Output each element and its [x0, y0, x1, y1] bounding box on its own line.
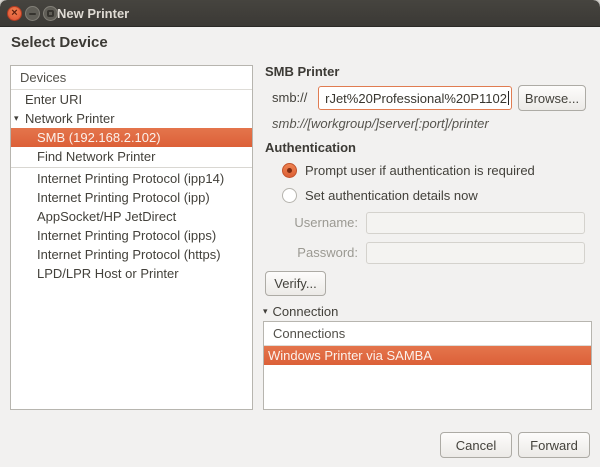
verify-button[interactable]: Verify... [265, 271, 326, 296]
password-input [366, 242, 585, 264]
device-list-item-label: Enter URI [25, 92, 82, 107]
username-input [366, 212, 585, 234]
device-list-item[interactable]: ▾ Network Printer [11, 109, 252, 128]
device-list-item-label: Network Printer [25, 111, 115, 126]
devices-panel: Devices Enter URI ▾ Network Printer SMB (19… [10, 65, 253, 410]
device-list-item-label: Internet Printing Protocol (ipp) [37, 190, 210, 205]
device-list-item-label: Internet Printing Protocol (https) [37, 247, 221, 262]
auth-radio-option[interactable]: Set authentication details now [282, 186, 582, 204]
smb-scheme-label: smb:// [272, 85, 307, 111]
connections-column-header: Connections [264, 322, 591, 346]
device-list-item-label: LPD/LPR Host or Printer [37, 266, 179, 281]
device-list-item[interactable]: AppSocket/HP JetDirect [11, 207, 252, 226]
expander-triangle-icon[interactable]: ▾ [14, 109, 19, 128]
browse-button[interactable]: Browse... [518, 85, 586, 111]
password-label: Password: [292, 242, 358, 264]
smb-address-value: rJet%20Professional%20P1102 [325, 91, 507, 106]
connection-expander[interactable]: ▾ Connection [263, 303, 338, 319]
connection-list-item[interactable]: Windows Printer via SAMBA [264, 346, 591, 365]
close-button[interactable]: × [7, 6, 22, 21]
window-title: New Printer [57, 0, 129, 27]
close-icon: × [11, 8, 17, 19]
cancel-button[interactable]: Cancel [440, 432, 512, 458]
titlebar[interactable]: × New Printer [0, 0, 600, 27]
chevron-down-icon: ▾ [263, 306, 268, 317]
device-list-item[interactable]: SMB (192.168.2.102) [11, 128, 252, 147]
list-separator [11, 167, 252, 168]
maximize-icon [47, 10, 54, 17]
connection-expander-label: Connection [273, 304, 339, 319]
device-list-item[interactable]: Internet Printing Protocol (ipp14) [11, 169, 252, 188]
device-list-item[interactable]: Find Network Printer [11, 147, 252, 166]
connections-list: Windows Printer via SAMBA [264, 346, 591, 365]
device-list-item[interactable]: LPD/LPR Host or Printer [11, 264, 252, 283]
auth-radio-option[interactable]: Prompt user if authentication is require… [282, 161, 582, 179]
device-list-item-label: Find Network Printer [37, 149, 155, 164]
page-title: Select Device [11, 34, 108, 51]
username-label: Username: [292, 212, 358, 234]
radio-unselected-icon[interactable] [282, 188, 297, 203]
smb-uri-hint: smb://[workgroup/]server[:port]/printer [272, 116, 489, 131]
devices-column-header: Devices [11, 66, 252, 90]
device-list: Enter URI ▾ Network Printer SMB (192.168.2.… [11, 90, 252, 283]
auth-options-group: Prompt user if authentication is require… [282, 161, 582, 211]
new-printer-dialog: × New Printer Select Device Devices Ente… [0, 0, 600, 467]
device-list-item[interactable]: Enter URI [11, 90, 252, 109]
forward-button[interactable]: Forward [518, 432, 590, 458]
text-caret [508, 91, 509, 105]
device-list-item[interactable]: Internet Printing Protocol (ipp) [11, 188, 252, 207]
auth-radio-label: Prompt user if authentication is require… [305, 163, 535, 178]
connections-panel: Connections Windows Printer via SAMBA [263, 321, 592, 410]
device-list-item-label: Internet Printing Protocol (ipps) [37, 228, 216, 243]
radio-selected-icon[interactable] [282, 163, 297, 178]
auth-radio-label: Set authentication details now [305, 188, 478, 203]
device-list-item[interactable]: Internet Printing Protocol (ipps) [11, 226, 252, 245]
device-list-item-label: AppSocket/HP JetDirect [37, 209, 176, 224]
minimize-button[interactable] [25, 6, 40, 21]
authentication-heading: Authentication [265, 140, 356, 155]
device-list-item[interactable]: Internet Printing Protocol (https) [11, 245, 252, 264]
smb-printer-heading: SMB Printer [265, 64, 339, 79]
minimize-icon [29, 13, 36, 15]
smb-address-input[interactable]: rJet%20Professional%20P1102 [318, 86, 512, 110]
device-list-item-label: SMB (192.168.2.102) [37, 130, 161, 145]
maximize-button[interactable] [43, 6, 58, 21]
device-list-item-label: Internet Printing Protocol (ipp14) [37, 171, 224, 186]
